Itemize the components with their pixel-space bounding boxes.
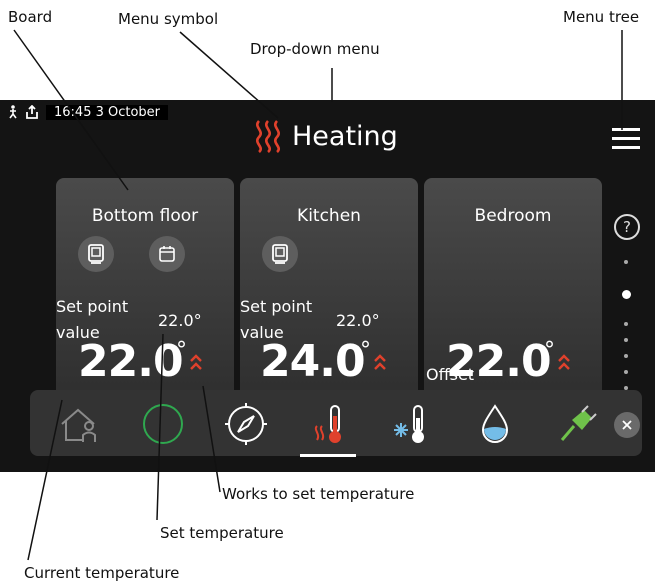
compass-icon[interactable] bbox=[224, 402, 268, 446]
thermostat-button[interactable] bbox=[262, 236, 298, 272]
heating-chevron-icon bbox=[190, 354, 202, 370]
calendar-icon bbox=[159, 246, 175, 262]
callout-set-temperature: Set temperature bbox=[160, 524, 284, 542]
page-dot-active[interactable] bbox=[622, 290, 631, 299]
page-dot[interactable] bbox=[624, 370, 628, 374]
thermostat-icon bbox=[88, 244, 104, 264]
heating-chevron-icon bbox=[374, 354, 386, 370]
close-button[interactable] bbox=[614, 412, 640, 438]
card-title: Bedroom bbox=[474, 206, 552, 226]
page-dot[interactable] bbox=[624, 354, 628, 358]
page-dot[interactable] bbox=[624, 338, 628, 342]
degree-symbol: ° bbox=[176, 338, 187, 363]
setpoint-label-line1: Set point bbox=[240, 297, 313, 316]
upload-icon bbox=[26, 105, 38, 119]
set-temperature-value: 22.0° bbox=[158, 311, 202, 330]
thermometer-cold-icon[interactable] bbox=[390, 402, 434, 446]
callout-board: Board bbox=[8, 8, 53, 26]
current-temperature-value: 24.0 bbox=[260, 336, 366, 387]
plug-icon[interactable] bbox=[556, 402, 600, 446]
heating-chevron-icon bbox=[558, 354, 570, 370]
callout-menu-tree: Menu tree bbox=[563, 8, 640, 26]
thermometer-heat-icon[interactable] bbox=[307, 402, 351, 446]
active-tab-indicator bbox=[300, 454, 356, 457]
callout-dropdown-menu: Drop-down menu bbox=[250, 40, 380, 58]
help-icon[interactable]: ? bbox=[614, 214, 640, 240]
degree-symbol: ° bbox=[544, 338, 555, 363]
person-icon bbox=[9, 105, 17, 119]
card-title: Kitchen bbox=[297, 206, 361, 226]
card-title: Bottom floor bbox=[91, 206, 199, 226]
current-temperature-value: 22.0 bbox=[78, 336, 184, 387]
heating-menu-symbol-icon bbox=[256, 120, 280, 153]
water-drop-icon[interactable] bbox=[473, 402, 517, 446]
callout-current-temperature: Current temperature bbox=[24, 564, 180, 582]
status-time: 16:45 3 October bbox=[46, 104, 169, 120]
house-person-icon[interactable] bbox=[58, 402, 102, 446]
screen-title: Heating bbox=[292, 120, 398, 152]
close-icon bbox=[622, 420, 632, 430]
current-temperature-value: 22.0 bbox=[446, 336, 552, 387]
callout-menu-symbol: Menu symbol bbox=[118, 10, 219, 28]
thermostat-icon bbox=[272, 244, 288, 264]
setpoint-label-line1: Set point bbox=[56, 297, 129, 316]
display-screen: 16:45 3 October Heating Bottom floor Set… bbox=[0, 100, 655, 472]
page-dot[interactable] bbox=[624, 322, 628, 326]
callout-works-to-set: Works to set temperature bbox=[222, 485, 415, 503]
thermostat-button[interactable] bbox=[78, 236, 114, 272]
status-bar: 16:45 3 October bbox=[8, 102, 169, 122]
bottom-menu-bar bbox=[30, 390, 642, 456]
set-temperature-value: 22.0° bbox=[336, 311, 380, 330]
schedule-button[interactable] bbox=[149, 236, 185, 272]
power-circle-icon[interactable] bbox=[141, 402, 185, 446]
menu-tree-icon[interactable] bbox=[612, 128, 640, 155]
page-dot[interactable] bbox=[624, 260, 628, 264]
dropdown-menu[interactable]: Heating bbox=[250, 118, 398, 154]
degree-symbol: ° bbox=[360, 338, 371, 363]
